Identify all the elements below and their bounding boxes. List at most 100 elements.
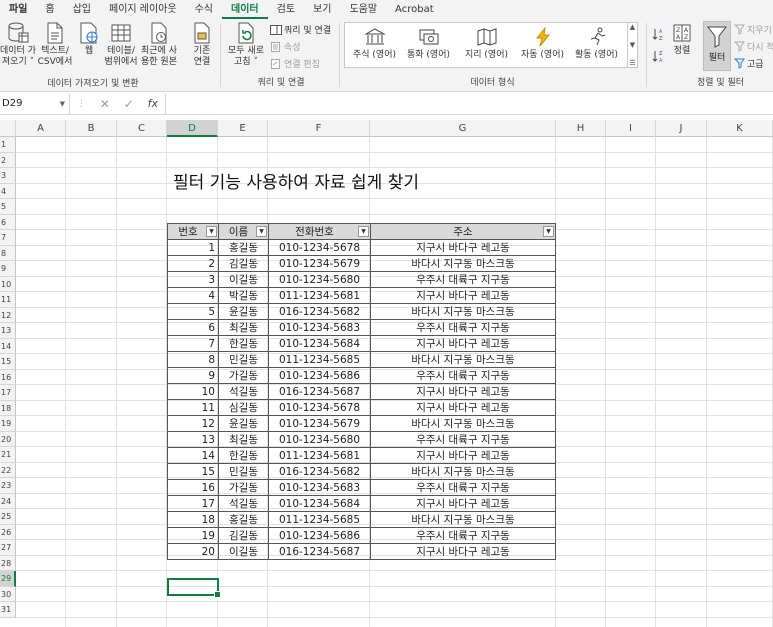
table-cell[interactable]: 010-1234-5684 [268, 335, 371, 352]
column-header[interactable]: B [66, 120, 117, 137]
insert-function-icon[interactable]: fx [148, 97, 158, 110]
table-cell[interactable]: 11 [167, 399, 219, 416]
row-header[interactable]: 22 [0, 462, 16, 478]
clear-filter-button[interactable]: 지우기 [734, 23, 772, 36]
row-header[interactable]: 19 [0, 416, 16, 432]
table-cell[interactable]: 민길동 [218, 351, 269, 368]
data-type-stocks[interactable]: 주식 (영어) [353, 27, 396, 60]
table-cell[interactable]: 박길동 [218, 287, 269, 304]
table-cell[interactable]: 민길동 [218, 463, 269, 480]
table-cell[interactable]: 010-1234-5684 [268, 495, 371, 512]
row-header[interactable]: 30 [0, 586, 16, 602]
active-cell-selection[interactable] [167, 578, 221, 598]
table-cell[interactable]: 바다시 지구동 마스크동 [370, 303, 556, 320]
row-header[interactable]: 1 [0, 137, 16, 153]
table-cell[interactable]: 지구시 바다구 레고동 [370, 495, 556, 512]
table-cell[interactable]: 7 [167, 335, 219, 352]
get-data-button[interactable]: 데이터 가 져오기 ˅ [0, 21, 36, 68]
row-header[interactable]: 13 [0, 323, 16, 339]
table-cell[interactable]: 010-1234-5680 [268, 271, 371, 288]
table-cell[interactable]: 011-1234-5685 [268, 511, 371, 528]
table-cell[interactable]: 가길동 [218, 479, 269, 496]
advanced-filter-button[interactable]: 고급 [734, 57, 764, 70]
table-cell[interactable]: 우주시 대륙구 지구동 [370, 527, 556, 544]
table-cell[interactable]: 지구시 바다구 레고동 [370, 399, 556, 416]
table-cell[interactable]: 1 [167, 239, 219, 256]
table-range-button[interactable]: 테이블/ 범위에서 [104, 21, 138, 68]
row-header[interactable]: 11 [0, 292, 16, 308]
cancel-icon[interactable]: ✕ [100, 97, 110, 111]
table-cell[interactable]: 우주시 대륙구 지구동 [370, 271, 556, 288]
column-header[interactable]: I [606, 120, 656, 137]
gallery-down-icon[interactable]: ▼ [630, 41, 635, 49]
table-cell[interactable]: 3 [167, 271, 219, 288]
row-header[interactable]: 26 [0, 524, 16, 540]
table-cell[interactable]: 우주시 대륙구 지구동 [370, 367, 556, 384]
table-cell[interactable]: 010-1234-5683 [268, 479, 371, 496]
table-cell[interactable]: 010-1234-5679 [268, 255, 371, 272]
row-header[interactable]: 7 [0, 230, 16, 246]
gallery-up-icon[interactable]: ▲ [630, 23, 635, 31]
gallery-more-icon[interactable]: ☰ [629, 59, 635, 67]
table-cell[interactable]: 김길동 [218, 255, 269, 272]
table-cell[interactable]: 010-1234-5686 [268, 367, 371, 384]
table-cell[interactable]: 9 [167, 367, 219, 384]
menu-tab[interactable]: 데이터 [222, 0, 268, 19]
table-cell[interactable]: 016-1234-5682 [268, 463, 371, 480]
row-header[interactable]: 3 [0, 168, 16, 184]
table-cell[interactable]: 010-1234-5679 [268, 415, 371, 432]
row-header[interactable]: 4 [0, 183, 16, 199]
sort-asc-button[interactable]: AZ [652, 27, 668, 41]
table-cell[interactable]: 17 [167, 495, 219, 512]
table-cell[interactable]: 윤길동 [218, 303, 269, 320]
table-cell[interactable]: 010-1234-5680 [268, 431, 371, 448]
table-cell[interactable]: 016-1234-5682 [268, 303, 371, 320]
filter-dropdown-icon[interactable]: ▼ [206, 226, 217, 237]
table-cell[interactable]: 바다시 지구동 마스크동 [370, 463, 556, 480]
table-cell[interactable]: 김길동 [218, 527, 269, 544]
table-cell[interactable]: 홍길동 [218, 239, 269, 256]
row-header[interactable]: 2 [0, 152, 16, 168]
data-type-geography[interactable]: 지리 (영어) [465, 27, 508, 60]
data-type-automatic[interactable]: 자동 (영어) [521, 27, 564, 60]
table-cell[interactable]: 15 [167, 463, 219, 480]
table-cell[interactable]: 011-1234-5685 [268, 351, 371, 368]
refresh-all-button[interactable]: 모두 새로 고침 ˅ [226, 21, 266, 68]
web-button[interactable]: 웹 [76, 21, 102, 57]
table-cell[interactable]: 홍길동 [218, 511, 269, 528]
data-type-currency[interactable]: 통화 (영어) [407, 27, 450, 60]
table-cell[interactable]: 12 [167, 415, 219, 432]
data-type-activity[interactable]: 활동 (영어) [575, 27, 618, 60]
menu-tab[interactable]: Acrobat [386, 0, 443, 19]
row-header[interactable]: 16 [0, 369, 16, 385]
menu-tab[interactable]: 도움말 [340, 0, 386, 19]
table-cell[interactable]: 지구시 바다구 레고동 [370, 543, 556, 560]
table-cell[interactable]: 지구시 바다구 레고동 [370, 239, 556, 256]
table-cell[interactable]: 016-1234-5687 [268, 543, 371, 560]
table-cell[interactable]: 2 [167, 255, 219, 272]
row-header[interactable]: 14 [0, 338, 16, 354]
menu-tab[interactable]: 파일 [0, 0, 36, 19]
filter-dropdown-icon[interactable]: ▼ [543, 226, 554, 237]
column-header[interactable]: C [117, 120, 167, 137]
table-cell[interactable]: 5 [167, 303, 219, 320]
table-cell[interactable]: 지구시 바다구 레고동 [370, 447, 556, 464]
table-cell[interactable]: 최길동 [218, 319, 269, 336]
table-cell[interactable]: 바다시 지구동 마스크동 [370, 415, 556, 432]
row-header[interactable]: 12 [0, 307, 16, 323]
edit-links-button[interactable]: 연결 편집 [270, 57, 320, 70]
table-cell[interactable]: 최길동 [218, 431, 269, 448]
row-header[interactable]: 5 [0, 199, 16, 215]
table-cell[interactable]: 지구시 바다구 레고동 [370, 383, 556, 400]
table-cell[interactable]: 바다시 지구동 마스크동 [370, 351, 556, 368]
table-cell[interactable]: 010-1234-5678 [268, 399, 371, 416]
table-cell[interactable]: 011-1234-5681 [268, 447, 371, 464]
menu-tab[interactable]: 보기 [304, 0, 340, 19]
table-cell[interactable]: 석길동 [218, 495, 269, 512]
table-cell[interactable]: 윤길동 [218, 415, 269, 432]
row-header[interactable]: 31 [0, 602, 16, 618]
table-cell[interactable]: 6 [167, 319, 219, 336]
column-header[interactable]: J [656, 120, 707, 137]
row-header[interactable]: 27 [0, 540, 16, 556]
table-cell[interactable]: 바다시 지구동 마스크동 [370, 255, 556, 272]
